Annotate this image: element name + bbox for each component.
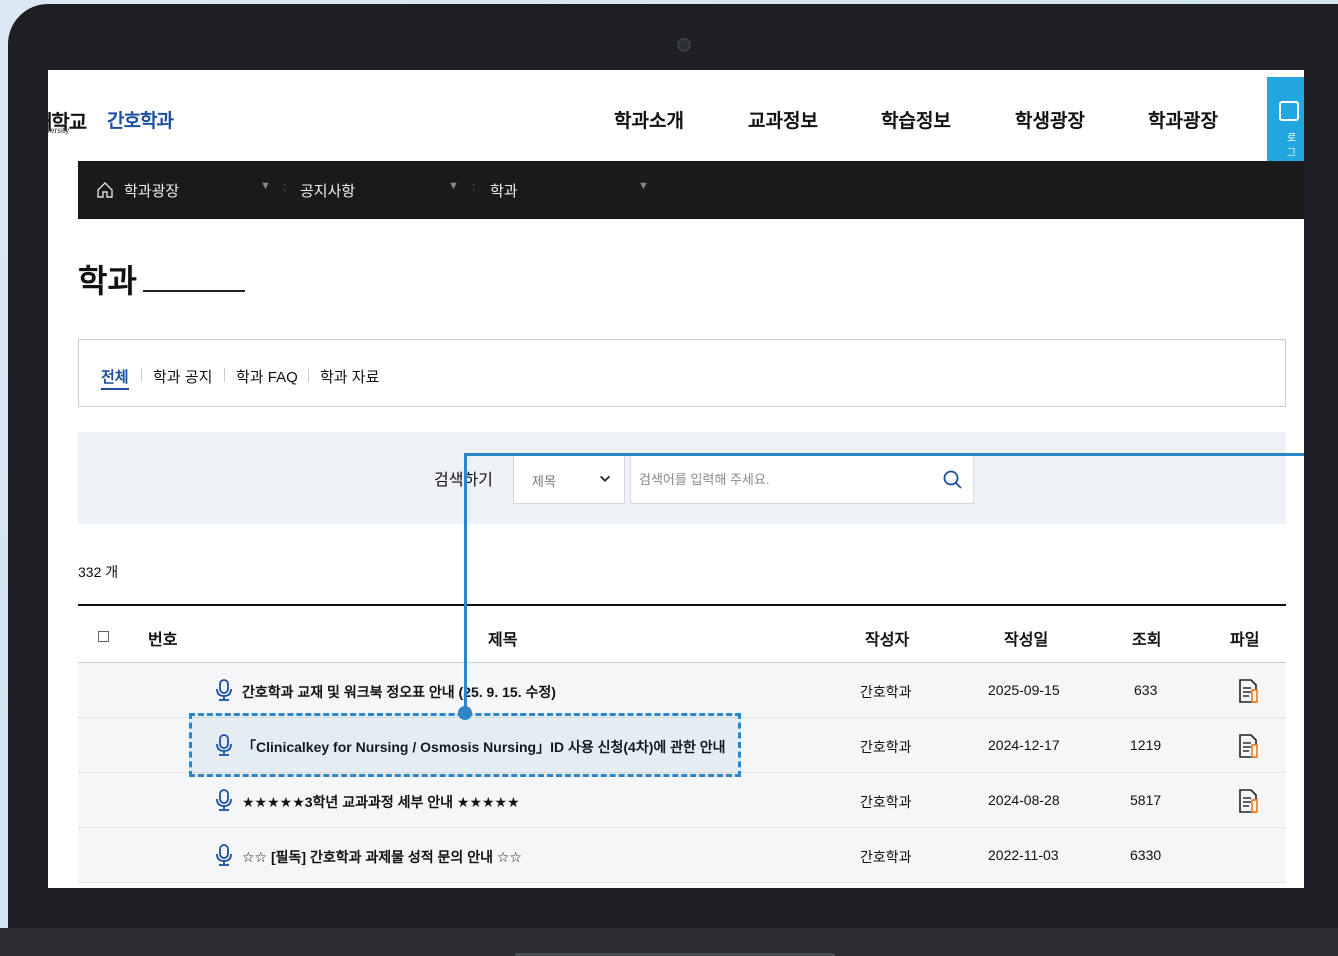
active-tab-indicator — [101, 388, 129, 390]
post-author: 간호학과 — [860, 684, 912, 700]
search-select-value: 제목 — [532, 474, 556, 489]
header-file: 파일 — [1230, 632, 1260, 649]
post-author: 간호학과 — [860, 739, 912, 755]
dept-logo[interactable]: 간호학과 — [107, 106, 174, 133]
univ-logo-sub: University — [48, 126, 70, 135]
microphone-icon — [216, 789, 232, 811]
breadcrumb-item-notice[interactable]: 공지사항 — [300, 180, 355, 201]
browser-screen: 대학교 University 간호학과 학과소개 교과정보 학습정보 학생광장 … — [48, 70, 1304, 888]
nav-item-students[interactable]: 학생광장 — [1015, 106, 1085, 133]
table-row[interactable]: ☆☆ [필독] 간호학과 과제물 성적 문의 안내 ☆☆ 간호학과 2022-1… — [78, 828, 1286, 883]
tab-divider — [308, 368, 309, 382]
file-attachment-icon[interactable] — [1238, 733, 1260, 759]
post-date: 2024-12-17 — [988, 737, 1060, 753]
tab-divider — [224, 368, 225, 382]
chevron-down-icon[interactable]: ▼ — [638, 180, 649, 192]
file-attachment-icon[interactable] — [1238, 788, 1260, 814]
post-count: 332 개 — [78, 564, 119, 580]
table-row[interactable]: 간호학과 교재 및 워크북 정오표 안내 (25. 9. 15. 수정) 간호학… — [78, 663, 1286, 718]
header-number: 번호 — [148, 632, 178, 649]
post-author: 간호학과 — [860, 794, 912, 810]
post-views: 5817 — [1130, 792, 1162, 808]
search-icon[interactable] — [941, 468, 965, 492]
search-input-wrap — [630, 453, 974, 504]
microphone-icon — [216, 844, 232, 866]
nav-item-learning[interactable]: 학습정보 — [881, 106, 951, 133]
board-tabs: 전체 학과 공지 학과 FAQ 학과 자료 — [78, 339, 1286, 407]
post-title-link[interactable]: ★★★★★3학년 교과과정 세부 안내 ★★★★★ — [242, 792, 520, 812]
annotation-line — [464, 453, 1304, 456]
search-field-select[interactable]: 제목 — [513, 453, 625, 504]
search-input[interactable] — [639, 468, 919, 490]
tab-resources[interactable]: 학과 자료 — [320, 366, 379, 387]
nav-item-plaza[interactable]: 학과광장 — [1148, 106, 1218, 133]
tab-all[interactable]: 전체 — [101, 366, 129, 387]
breadcrumb-item-plaza[interactable]: 학과광장 — [124, 180, 179, 201]
laptop-base — [0, 928, 1338, 956]
title-underline — [143, 290, 245, 292]
page-title: 학과 — [78, 263, 137, 299]
nav-item-about[interactable]: 학과소개 — [614, 106, 684, 133]
post-date: 2024-08-28 — [988, 792, 1060, 808]
header-title: 제목 — [488, 632, 518, 649]
post-views: 1219 — [1130, 737, 1162, 753]
nav-item-curriculum[interactable]: 교과정보 — [748, 106, 818, 133]
breadcrumb-separator: : — [472, 179, 476, 194]
chevron-down-icon — [600, 475, 610, 482]
login-button[interactable]: 로그인 — [1267, 77, 1304, 174]
webcam-icon — [677, 38, 691, 52]
tab-divider — [141, 368, 142, 382]
table-row[interactable]: ★★★★★3학년 교과과정 세부 안내 ★★★★★ 간호학과 2024-08-2… — [78, 773, 1286, 828]
post-title-link[interactable]: ☆☆ [필독] 간호학과 과제물 성적 문의 안내 ☆☆ — [242, 847, 522, 867]
microphone-icon — [216, 679, 232, 701]
tab-faq[interactable]: 학과 FAQ — [236, 366, 298, 387]
login-icon — [1279, 101, 1299, 121]
select-all-checkbox[interactable] — [98, 631, 109, 642]
post-author: 간호학과 — [860, 849, 912, 865]
breadcrumb: 학과광장 ▼ : 공지사항 ▼ : 학과 ▼ — [78, 161, 1304, 219]
chevron-down-icon[interactable]: ▼ — [260, 180, 271, 192]
header-views: 조회 — [1132, 632, 1162, 649]
post-views: 6330 — [1130, 847, 1162, 863]
post-date: 2022-11-03 — [988, 847, 1059, 863]
file-attachment-icon[interactable] — [1238, 678, 1260, 704]
tab-notice[interactable]: 학과 공지 — [153, 366, 212, 387]
chevron-down-icon[interactable]: ▼ — [448, 180, 459, 192]
site-header: 대학교 University 간호학과 학과소개 교과정보 학습정보 학생광장 … — [48, 70, 1304, 174]
annotation-line — [464, 453, 467, 713]
post-date: 2025-09-15 — [988, 682, 1060, 698]
header-author: 작성자 — [865, 632, 910, 649]
post-views: 633 — [1134, 682, 1158, 698]
highlight-box — [189, 713, 741, 777]
search-panel: 검색하기 제목 — [78, 432, 1286, 524]
breadcrumb-separator: : — [283, 179, 287, 194]
breadcrumb-item-dept[interactable]: 학과 — [490, 180, 518, 201]
home-icon[interactable] — [96, 181, 114, 199]
annotation-dot — [458, 706, 472, 720]
table-header: 번호 제목 작성자 작성일 조회 파일 — [78, 604, 1286, 663]
post-title-link[interactable]: 간호학과 교재 및 워크북 정오표 안내 (25. 9. 15. 수정) — [242, 682, 556, 702]
header-date: 작성일 — [1004, 632, 1049, 649]
